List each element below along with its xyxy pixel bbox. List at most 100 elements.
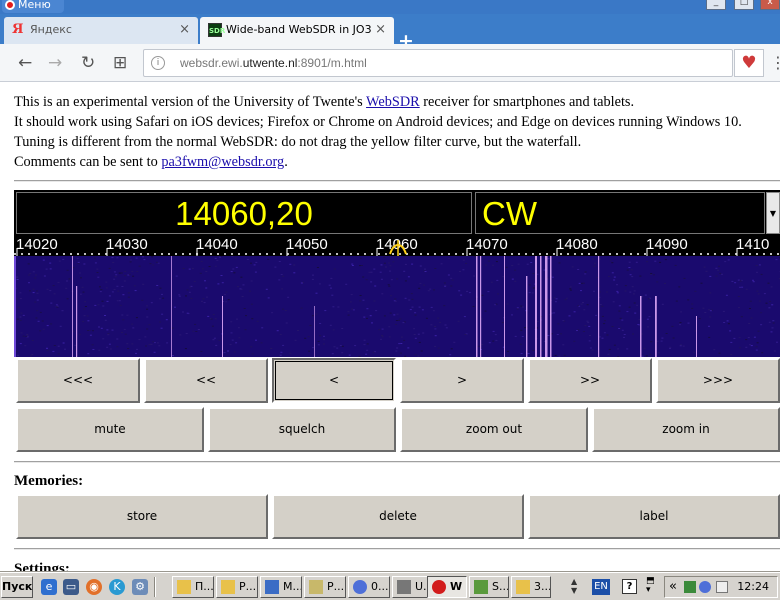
- task-item[interactable]: 3...: [511, 576, 551, 598]
- messenger-icon[interactable]: K: [109, 579, 125, 595]
- mute-button[interactable]: mute: [16, 407, 204, 452]
- start-button[interactable]: Пуск: [1, 576, 33, 598]
- waterfall-noise: [330, 277, 333, 279]
- volume-icon[interactable]: [716, 581, 728, 593]
- tools-icon[interactable]: ⚙: [132, 579, 148, 595]
- waterfall-noise: [488, 342, 491, 344]
- tune-left-button[interactable]: <<: [144, 358, 268, 403]
- store-button[interactable]: store: [16, 494, 268, 539]
- waterfall-noise: [514, 280, 517, 282]
- waterfall-noise: [214, 265, 217, 267]
- back-icon[interactable]: ←: [18, 53, 32, 73]
- waterfall-display[interactable]: [14, 256, 780, 357]
- taskbar: Пуск e ▭ ◉ K ⚙ П... Р... М... Р... 0... …: [0, 572, 780, 600]
- tab-close-icon[interactable]: ×: [179, 17, 190, 43]
- websdr-link[interactable]: WebSDR: [366, 94, 420, 110]
- mode-dropdown-arrow-icon[interactable]: ▼: [766, 192, 780, 234]
- waterfall-noise: [674, 264, 677, 266]
- firefox-icon[interactable]: ◉: [86, 579, 102, 595]
- waterfall-noise: [750, 317, 753, 319]
- task-item[interactable]: S...: [469, 576, 509, 598]
- waterfall-noise: [468, 292, 471, 294]
- reload-icon[interactable]: ↻: [81, 53, 95, 73]
- task-item[interactable]: П...: [172, 576, 214, 598]
- network-icon[interactable]: [684, 581, 696, 593]
- waterfall-noise: [607, 275, 610, 277]
- delete-button[interactable]: delete: [272, 494, 524, 539]
- task-item[interactable]: Р...: [216, 576, 258, 598]
- waterfall-noise: [569, 289, 572, 291]
- waterfall-noise: [150, 343, 153, 345]
- system-tray: « 12:24: [664, 576, 778, 598]
- waterfall-noise: [359, 257, 362, 259]
- waterfall-noise: [49, 290, 52, 292]
- waterfall-noise: [394, 298, 397, 300]
- keyboard-layout-icon[interactable]: ⬒ ▾: [646, 577, 655, 595]
- waterfall-noise: [589, 347, 592, 349]
- waterfall-noise: [582, 331, 585, 332]
- tune-far-right-button[interactable]: >>>: [656, 358, 780, 403]
- language-indicator[interactable]: EN: [592, 579, 610, 595]
- url-input[interactable]: i websdr.ewi.utwente.nl:8901/m.html: [143, 49, 733, 77]
- waterfall-noise: [730, 354, 733, 355]
- task-item[interactable]: М...: [260, 576, 302, 598]
- waterfall-noise: [255, 339, 257, 341]
- waterfall-noise: [122, 319, 125, 321]
- waterfall-noise: [37, 320, 40, 322]
- task-item[interactable]: 0...: [348, 576, 390, 598]
- minimize-icon[interactable]: _: [706, 0, 726, 10]
- task-item-active[interactable]: W: [427, 576, 467, 598]
- frequency-scale[interactable]: 14020 14030 14040 14050 14060 14070 14080 14090…: [14, 234, 780, 256]
- tune-step-right-button[interactable]: >: [400, 358, 524, 403]
- waterfall-noise: [250, 346, 253, 348]
- mode-select[interactable]: CW: [475, 192, 765, 234]
- player-tray-icon[interactable]: [699, 581, 711, 593]
- bookmark-heart-icon[interactable]: ♥: [734, 49, 764, 77]
- waterfall-noise: [282, 344, 285, 346]
- ie-icon[interactable]: e: [41, 579, 57, 595]
- desktop-icon[interactable]: ▭: [63, 579, 79, 595]
- task-item[interactable]: Р...: [304, 576, 346, 598]
- tab-close-icon[interactable]: ×: [375, 17, 386, 43]
- waterfall-noise: [772, 320, 775, 322]
- frequency-display[interactable]: 14060,20: [16, 192, 472, 234]
- waterfall-noise: [593, 262, 596, 264]
- waterfall-noise: [618, 305, 621, 307]
- task-scroll-arrows-icon[interactable]: ▲ ▼: [571, 577, 577, 595]
- squelch-button[interactable]: squelch: [208, 407, 396, 452]
- help-icon[interactable]: ?: [622, 579, 637, 594]
- zoom-in-button[interactable]: zoom in: [592, 407, 780, 452]
- waterfall-noise: [660, 340, 663, 342]
- waterfall-noise: [370, 281, 373, 283]
- websdr-favicon-icon: SDR: [208, 23, 225, 37]
- close-window-icon[interactable]: x: [760, 0, 780, 10]
- browser-menu-button[interactable]: Меню: [2, 0, 64, 13]
- waterfall-noise: [223, 294, 226, 296]
- zoom-out-button[interactable]: zoom out: [400, 407, 588, 452]
- tune-right-button[interactable]: >>: [528, 358, 652, 403]
- waterfall-noise: [652, 274, 655, 276]
- more-menu-icon[interactable]: ⋮: [770, 53, 780, 72]
- waterfall-noise: [606, 334, 609, 336]
- waterfall-noise: [465, 262, 468, 264]
- waterfall-noise: [105, 281, 108, 283]
- tab-yandex[interactable]: Я Яндекс ×: [4, 17, 198, 44]
- email-link[interactable]: pa3fwm@websdr.org: [161, 154, 284, 170]
- forward-icon[interactable]: →: [48, 53, 62, 73]
- waterfall-noise: [162, 297, 165, 299]
- label-button[interactable]: label: [528, 494, 780, 539]
- tune-far-left-button[interactable]: <<<: [16, 358, 140, 403]
- waterfall-noise: [434, 345, 437, 347]
- waterfall-noise: [368, 271, 371, 273]
- tab-websdr[interactable]: SDR Wide-band WebSDR in JO32KF ×: [200, 17, 394, 44]
- waterfall-signal: [535, 256, 537, 357]
- site-info-icon[interactable]: i: [151, 56, 165, 70]
- apps-grid-icon[interactable]: ⊞: [113, 53, 127, 73]
- waterfall-noise: [315, 313, 318, 315]
- waterfall-noise: [124, 333, 127, 335]
- waterfall-signal: [550, 256, 552, 357]
- waterfall-noise: [120, 272, 123, 274]
- maximize-icon[interactable]: □: [734, 0, 754, 10]
- tray-expand-icon[interactable]: «: [669, 579, 677, 595]
- tune-step-left-button[interactable]: <: [272, 358, 396, 403]
